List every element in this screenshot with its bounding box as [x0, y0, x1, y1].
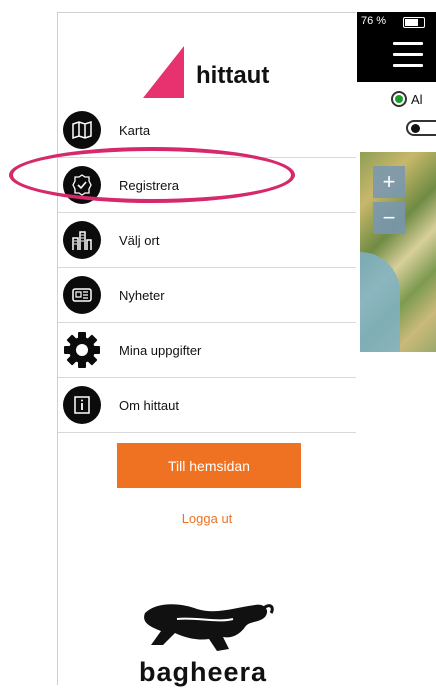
bagheera-logo: bagheera — [132, 593, 282, 688]
sponsor-name: bagheera — [139, 657, 268, 687]
zoom-out-button[interactable]: − — [373, 202, 405, 234]
logo-text: hittaut — [196, 62, 270, 89]
filter-radio[interactable]: Al — [391, 91, 423, 107]
menu-item-registrera[interactable]: Registrera — [58, 158, 356, 213]
info-icon — [63, 386, 101, 424]
menu-label: Mina uppgifter — [119, 342, 202, 358]
panther-icon — [144, 604, 274, 651]
hamburger-menu-icon[interactable] — [393, 42, 423, 75]
map-water — [360, 252, 400, 352]
menu-item-nyheter[interactable]: Nyheter — [58, 268, 356, 323]
newspaper-icon — [63, 276, 101, 314]
navigation-drawer: hittaut Karta Registrera Välj ort Nyhete… — [58, 13, 356, 688]
battery-percent: 76 % — [361, 15, 387, 27]
menu-item-valj-ort[interactable]: Välj ort — [58, 213, 356, 268]
menu-label: Nyheter — [119, 287, 165, 303]
menu-item-mina-uppgifter[interactable]: Mina uppgifter — [58, 323, 356, 378]
map-view[interactable]: + − — [360, 152, 436, 352]
logout-link[interactable]: Logga ut — [58, 511, 356, 526]
logo-triangle-icon — [143, 46, 184, 98]
menu-label: Om hittaut — [119, 397, 179, 413]
left-margin — [0, 0, 58, 685]
gear-icon — [63, 331, 101, 369]
radio-label: Al — [411, 91, 423, 107]
home-page-button[interactable]: Till hemsidan — [117, 443, 301, 488]
toggle-switch[interactable] — [406, 120, 436, 136]
app-header — [357, 30, 436, 82]
map-icon — [63, 111, 101, 149]
check-badge-icon — [63, 166, 101, 204]
menu-item-karta[interactable]: Karta — [58, 103, 356, 158]
hittaut-logo: hittaut — [143, 46, 293, 106]
menu-label: Registrera — [119, 177, 179, 193]
top-strip — [57, 0, 356, 13]
menu-list: Karta Registrera Välj ort Nyheter Mina u… — [58, 103, 356, 433]
battery-icon — [403, 17, 425, 28]
radio-selected-icon[interactable] — [391, 91, 407, 107]
menu-label: Karta — [119, 122, 151, 138]
status-bar: 76 % — [357, 12, 436, 30]
menu-item-om-hittaut[interactable]: Om hittaut — [58, 378, 356, 433]
zoom-in-button[interactable]: + — [373, 166, 405, 198]
city-icon — [63, 221, 101, 259]
menu-label: Välj ort — [119, 232, 160, 248]
